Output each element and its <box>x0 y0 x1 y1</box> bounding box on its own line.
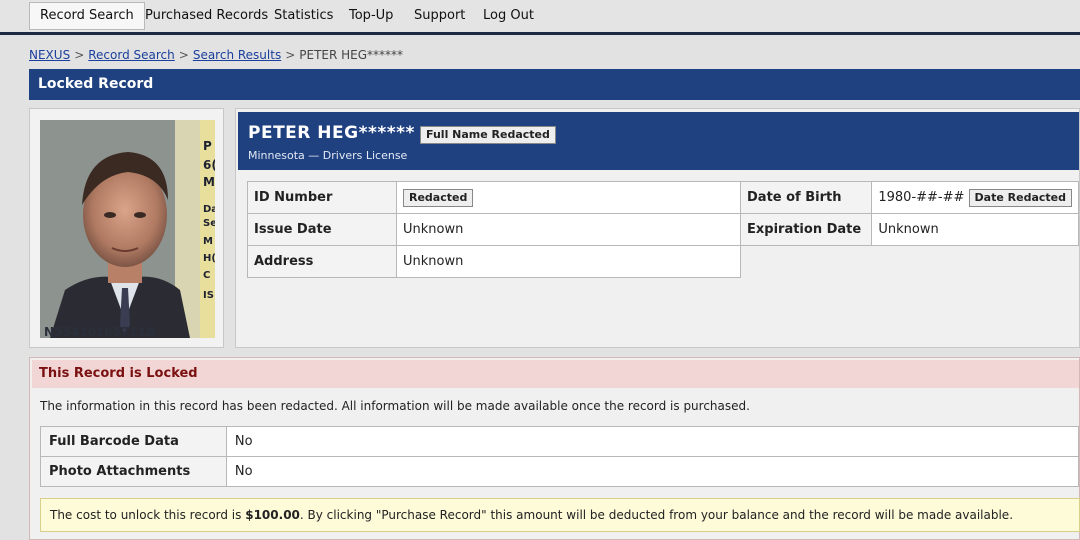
nav-statistics[interactable]: Statistics <box>274 2 333 30</box>
cost-prefix: The cost to unlock this record is <box>50 508 242 522</box>
cost-amount: $100.00 <box>245 508 300 522</box>
license-photo-frame: P 6( M Da Se M H( C IS N55410165711Δ <box>29 108 224 348</box>
card-text-4: Da <box>203 204 215 215</box>
issue-date-value: Unknown <box>396 213 741 246</box>
dob-label: Date of Birth <box>739 181 873 214</box>
breadcrumb-separator: > <box>74 48 85 62</box>
breadcrumb-link-nexus[interactable]: NEXUS <box>29 48 70 62</box>
expiration-date-value: Unknown <box>871 213 1079 246</box>
breadcrumb-link-search-results[interactable]: Search Results <box>193 48 281 62</box>
table-row: Address Unknown <box>247 245 741 278</box>
top-nav: Record Search Purchased Records Statisti… <box>0 0 1080 35</box>
nav-top-up[interactable]: Top-Up <box>349 2 393 30</box>
photo-attachments-value: No <box>225 456 1080 487</box>
breadcrumb-link-record-search[interactable]: Record Search <box>88 48 175 62</box>
nav-record-search[interactable]: Record Search <box>29 2 145 30</box>
table-row: Expiration Date Unknown <box>739 213 1079 246</box>
nav-log-out[interactable]: Log Out <box>483 2 534 30</box>
record-details-panel: PETER HEG****** Full Name Redacted Minne… <box>235 108 1080 348</box>
table-row: Issue Date Unknown <box>247 213 741 246</box>
record-info-table-left: ID Number Redacted Issue Date Unknown Ad… <box>247 181 741 278</box>
id-number-label: ID Number <box>247 181 397 214</box>
license-photo: P 6( M Da Se M H( C IS N55410165711Δ <box>40 120 215 338</box>
card-text-9: IS <box>203 290 214 301</box>
table-row: Full Barcode Data No <box>40 426 1080 457</box>
breadcrumb: NEXUS > Record Search > Search Results > PETER… <box>29 48 403 62</box>
record-name: PETER HEG****** <box>248 123 415 143</box>
breadcrumb-separator: > <box>285 48 296 62</box>
locked-record-header: Locked Record <box>29 69 1080 100</box>
card-text-3: M <box>203 175 215 189</box>
card-text-5: Se <box>203 218 215 229</box>
id-number-value: Redacted <box>396 181 741 214</box>
breadcrumb-current: PETER HEG****** <box>299 48 404 62</box>
issue-date-label: Issue Date <box>247 213 397 246</box>
full-barcode-value: No <box>225 426 1080 457</box>
locked-attributes-table: Full Barcode Data No Photo Attachments N… <box>40 426 1080 487</box>
license-photo-image: P 6( M Da Se M H( C IS N55410165711Δ <box>40 120 215 338</box>
card-text-1: P <box>203 139 212 153</box>
dob-value: 1980-##-## Date Redacted <box>871 181 1079 214</box>
card-text-2: 6( <box>203 158 215 172</box>
record-name-bar: PETER HEG****** Full Name Redacted Minne… <box>238 112 1079 170</box>
breadcrumb-separator: > <box>178 48 189 62</box>
expiration-date-label: Expiration Date <box>739 213 873 246</box>
locked-notice-title: This Record is Locked <box>32 360 1079 388</box>
date-redacted-badge: Date Redacted <box>968 188 1072 207</box>
card-number: N55410165711Δ <box>44 325 156 338</box>
full-barcode-label: Full Barcode Data <box>40 426 227 457</box>
record-info-table-right: Date of Birth 1980-##-## Date Redacted E… <box>739 181 1079 246</box>
nav-support[interactable]: Support <box>414 2 465 30</box>
dob-value-text: 1980-##-## <box>878 189 965 205</box>
card-text-6: M <box>203 236 213 247</box>
card-text-7: H( <box>203 253 215 264</box>
full-name-redacted-badge: Full Name Redacted <box>420 126 556 144</box>
id-redacted-badge: Redacted <box>403 188 474 207</box>
page-body: NEXUS > Record Search > Search Results > PETER… <box>0 35 1080 540</box>
table-row: Date of Birth 1980-##-## Date Redacted <box>739 181 1079 214</box>
address-label: Address <box>247 245 397 278</box>
address-value: Unknown <box>396 245 741 278</box>
table-row: ID Number Redacted <box>247 181 741 214</box>
locked-notice-message: The information in this record has been … <box>40 399 750 413</box>
record-subtitle: Minnesota — Drivers License <box>248 149 408 162</box>
table-row: Photo Attachments No <box>40 456 1080 487</box>
nav-purchased-records[interactable]: Purchased Records <box>145 2 268 30</box>
unlock-cost-notice: The cost to unlock this record is $100.0… <box>40 498 1080 532</box>
card-text-8: C <box>203 270 210 281</box>
photo-attachments-label: Photo Attachments <box>40 456 227 487</box>
cost-suffix: . By clicking "Purchase Record" this amo… <box>299 508 1014 522</box>
locked-notice-panel: This Record is Locked The information in… <box>29 357 1080 540</box>
